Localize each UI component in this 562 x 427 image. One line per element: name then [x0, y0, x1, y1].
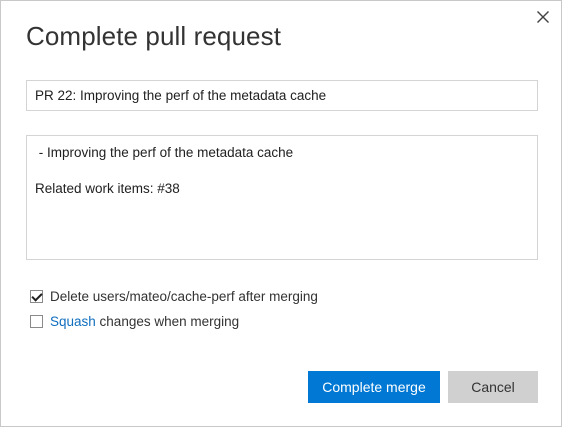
squash-option[interactable]: Squash changes when merging [30, 312, 239, 330]
pr-title-input[interactable] [26, 80, 538, 111]
squash-link[interactable]: Squash [50, 314, 96, 329]
complete-merge-button[interactable]: Complete merge [308, 371, 440, 403]
dialog-title: Complete pull request [26, 21, 282, 51]
delete-branch-checkbox[interactable] [30, 289, 43, 303]
close-icon[interactable] [535, 9, 551, 25]
delete-branch-option[interactable]: Delete users/mateo/cache-perf after merg… [30, 287, 318, 305]
cancel-button[interactable]: Cancel [448, 371, 538, 403]
delete-branch-label: Delete users/mateo/cache-perf after merg… [50, 288, 318, 304]
pr-description-textarea[interactable]: - Improving the perf of the metadata cac… [26, 135, 538, 260]
squash-label: changes when merging [95, 313, 240, 329]
complete-pull-request-dialog: Complete pull request - Improving the pe… [0, 0, 562, 427]
squash-checkbox[interactable] [30, 314, 43, 328]
